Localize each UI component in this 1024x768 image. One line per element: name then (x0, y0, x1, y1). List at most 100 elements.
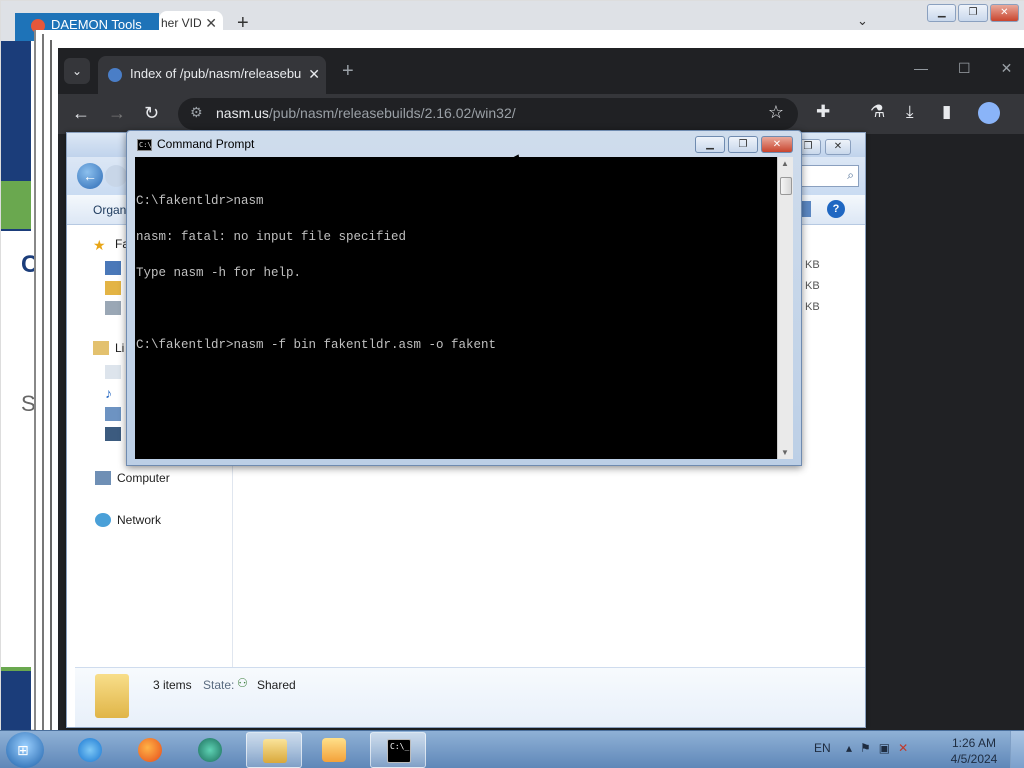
console-line: nasm: fatal: no input file specified (136, 230, 407, 244)
windows-logo-icon: ⊞ (17, 742, 29, 758)
videos-icon[interactable] (105, 427, 121, 441)
clock-date: 4/5/2024 (950, 752, 998, 766)
site-info-icon[interactable]: ⚙ (190, 104, 203, 121)
close-button[interactable]: ✕ (825, 139, 851, 155)
close-button[interactable]: ✕ (989, 4, 1019, 22)
console-line: C:\fakentldr>nasm -f bin fakentldr.asm -… (136, 338, 497, 352)
scroll-thumb[interactable] (780, 177, 792, 195)
minimize-button[interactable]: ▁ (927, 4, 957, 22)
system-tray: ▴ ⚑ ▣ ✕ (846, 741, 908, 755)
internet-explorer-icon (78, 738, 102, 762)
tray-expand-icon[interactable]: ▴ (846, 741, 852, 755)
favorites-star-icon: ★ (93, 237, 106, 253)
minimize-button[interactable]: ▁ (695, 136, 725, 153)
command-prompt-icon: C:\_ (387, 739, 411, 763)
media-player-icon (322, 738, 346, 762)
organize-button[interactable]: Organ (93, 203, 126, 217)
file-size: KB (805, 259, 820, 271)
network-icon (95, 513, 111, 527)
address-bar[interactable]: ⚙ nasm.us/pub/nasm/releasebuilds/2.16.02… (178, 98, 798, 130)
nasm-favicon-icon (108, 68, 122, 82)
file-size: KB (805, 301, 820, 313)
nav-network[interactable]: Network (95, 513, 161, 527)
explorer-window-controls: ❐ ✕ (795, 139, 851, 155)
vertical-scrollbar[interactable]: ▲ ▼ (777, 157, 793, 459)
profile-avatar[interactable] (978, 102, 1000, 124)
cmd-window-controls: ▁ ❐ ✕ (695, 136, 793, 153)
tab-label: Index of /pub/nasm/releasebu (130, 66, 302, 81)
minimize-icon[interactable]: — (914, 60, 928, 77)
side-panel-icon[interactable]: ▮ (942, 102, 951, 122)
language-indicator[interactable]: EN (814, 741, 831, 755)
chrome-window-controls: — ☐ ✕ (914, 60, 1012, 77)
maximize-button[interactable]: ❐ (958, 4, 988, 22)
system-clock[interactable]: 1:26 AM 4/5/2024 (946, 735, 1002, 767)
search-input[interactable]: ⌕ (793, 165, 859, 187)
console-output[interactable]: C:\fakentldr>nasm nasm: fatal: no input … (135, 157, 777, 459)
taskbar-vpn-app[interactable] (182, 732, 238, 768)
state-value: Shared (257, 678, 296, 692)
close-icon[interactable]: ✕ (304, 66, 320, 83)
console-line: Type nasm -h for help. (136, 266, 302, 280)
download-icon[interactable]: ⤓ (906, 102, 914, 122)
start-button[interactable]: ⊞ (6, 732, 44, 768)
close-button[interactable]: ✕ (761, 136, 793, 153)
background-window-controls: ▁ ❐ ✕ (927, 4, 1021, 22)
search-icon: ⌕ (847, 168, 854, 182)
pictures-icon[interactable] (105, 407, 121, 421)
labs-flask-icon[interactable]: ⚗ (870, 102, 885, 122)
clock-time: 1:26 AM (951, 736, 997, 750)
forward-arrow-icon[interactable]: → (108, 103, 126, 124)
folder-icon (263, 739, 287, 763)
cmd-icon: C:\ (137, 139, 152, 151)
help-icon[interactable]: ? (827, 200, 845, 218)
volume-muted-icon[interactable]: ✕ (898, 741, 908, 755)
tab-nasm-index[interactable]: Index of /pub/nasm/releasebu ✕ (98, 56, 326, 94)
reload-icon[interactable]: ↻ (144, 103, 159, 124)
taskbar-firefox[interactable] (122, 732, 178, 768)
documents-icon[interactable] (105, 365, 121, 379)
vpn-app-icon (198, 738, 222, 762)
maximize-icon[interactable]: ☐ (958, 60, 971, 77)
tab-search-chevron-icon[interactable]: ⌄ (857, 13, 868, 29)
recent-places-icon[interactable] (105, 301, 121, 315)
chrome-tab-strip: ⌄ Index of /pub/nasm/releasebu ✕ + — ☐ ✕ (58, 48, 1024, 94)
nav-libraries[interactable]: Li (93, 341, 124, 355)
folder-icon (95, 674, 129, 718)
url-path: /pub/nasm/releasebuilds/2.16.02/win32/ (268, 105, 516, 121)
chrome-toolbar: ← → ↻ ⚙ nasm.us/pub/nasm/releasebuilds/2… (58, 94, 1024, 134)
close-icon[interactable]: ✕ (1001, 60, 1013, 77)
nav-favorites[interactable]: ★ Fa (93, 237, 129, 253)
show-desktop-button[interactable] (1010, 731, 1024, 768)
shared-users-icon: ⚇ (237, 676, 248, 690)
background-page-edge: C S (1, 41, 38, 731)
taskbar-internet-explorer[interactable] (62, 732, 118, 768)
new-tab-button[interactable]: + (342, 60, 354, 83)
network-tray-icon[interactable]: ▣ (879, 741, 890, 755)
item-count: 3 items (153, 678, 192, 692)
tab-label: her VID (161, 16, 202, 30)
tab-search-chevron-icon[interactable]: ⌄ (64, 58, 90, 84)
forward-arrow-icon[interactable] (105, 165, 127, 187)
back-arrow-icon[interactable]: ← (72, 103, 90, 124)
extensions-icon[interactable]: ✚ (816, 102, 830, 122)
scroll-up-arrow-icon[interactable]: ▲ (781, 159, 789, 168)
taskbar-media-player[interactable] (306, 732, 362, 768)
bookmark-star-icon[interactable]: ☆ (768, 102, 784, 123)
action-center-flag-icon[interactable]: ⚑ (860, 741, 871, 755)
back-arrow-icon[interactable]: ← (77, 163, 103, 189)
nav-computer[interactable]: Computer (95, 471, 170, 485)
music-icon[interactable]: ♪ (105, 385, 121, 401)
taskbar-command-prompt[interactable]: C:\_ (370, 732, 426, 768)
maximize-button[interactable]: ❐ (728, 136, 758, 153)
desktop-icon[interactable] (105, 261, 121, 275)
details-pane: 3 items State: ⚇ Shared (75, 667, 865, 727)
console-line: C:\fakentldr>nasm (136, 194, 264, 208)
downloads-folder-icon[interactable] (105, 281, 121, 295)
scroll-down-arrow-icon[interactable]: ▼ (781, 448, 789, 457)
taskbar-file-explorer[interactable] (246, 732, 302, 768)
file-size: KB (805, 280, 820, 292)
command-prompt-window[interactable]: C:\ Command Prompt ▁ ❐ ✕ C:\fakentldr>na… (126, 130, 802, 466)
libraries-icon (93, 341, 109, 355)
url-host: nasm.us (216, 105, 269, 121)
